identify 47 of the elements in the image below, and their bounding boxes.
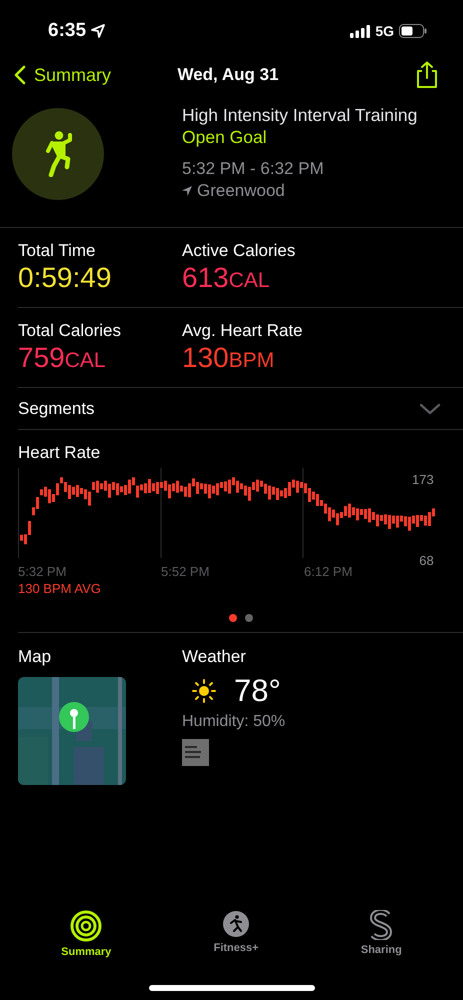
stat-value: 130 [182, 341, 229, 375]
rings-icon [70, 910, 102, 942]
stat-value: 613 [182, 261, 229, 295]
stat-label: Total Calories [18, 321, 122, 341]
stat-label: Active Calories [182, 241, 296, 261]
unit-label: BPM [228, 349, 274, 373]
network-label: 5G [375, 23, 394, 39]
page-dot[interactable] [228, 614, 236, 622]
unit-label: CAL [64, 349, 106, 373]
humidity-label: Humidity: 50% [182, 713, 286, 731]
tab-button[interactable]: Summary [55, 909, 118, 959]
tab-button[interactable]: Fitness+ [208, 909, 265, 959]
clock-time: 6:35 [48, 20, 86, 42]
location-arrow-icon [182, 186, 192, 196]
s-shape-icon [369, 910, 394, 940]
tab-button[interactable]: Sharing [354, 909, 408, 959]
axis-label: 173 [412, 472, 434, 487]
unit-label: CAL [228, 269, 270, 293]
goal-label: Open Goal [182, 126, 268, 148]
page-dot[interactable] [244, 614, 252, 622]
segments-row[interactable]: Segments [18, 388, 463, 430]
section-title: Weather [182, 647, 246, 667]
axis-label: 5:52 PM [161, 564, 210, 579]
workout-name: High Intensity Interval Training [182, 104, 418, 126]
axis-label: 5:32 PM [18, 564, 68, 579]
runner-icon [222, 910, 250, 938]
location-name: Greenwood [197, 180, 285, 202]
chevron-left-icon [14, 65, 26, 85]
average-label: 130 BPM AVG [18, 581, 102, 596]
axis-label: 6:12 PM [304, 564, 354, 579]
section-title: Map [18, 647, 52, 667]
signal-icon [350, 24, 370, 38]
stat-value: 0:59:49 [18, 261, 112, 295]
time-range: 5:32 PM - 6:32 PM [182, 158, 325, 180]
weather-channel-logo-icon [182, 739, 209, 766]
battery-icon [399, 24, 427, 38]
stat-label: Avg. Heart Rate [182, 321, 304, 341]
temperature: 78° [234, 673, 281, 709]
section-title: Heart Rate [18, 442, 102, 464]
share-button[interactable] [415, 61, 439, 89]
sun-icon [192, 679, 216, 703]
axis-label: 68 [419, 553, 434, 568]
page-title: Wed, Aug 31 [177, 65, 279, 85]
back-button[interactable]: Summary [14, 64, 112, 86]
stat-value: 759 [18, 341, 65, 375]
location-arrow-icon [90, 23, 106, 39]
stat-label: Total Time [18, 241, 96, 261]
